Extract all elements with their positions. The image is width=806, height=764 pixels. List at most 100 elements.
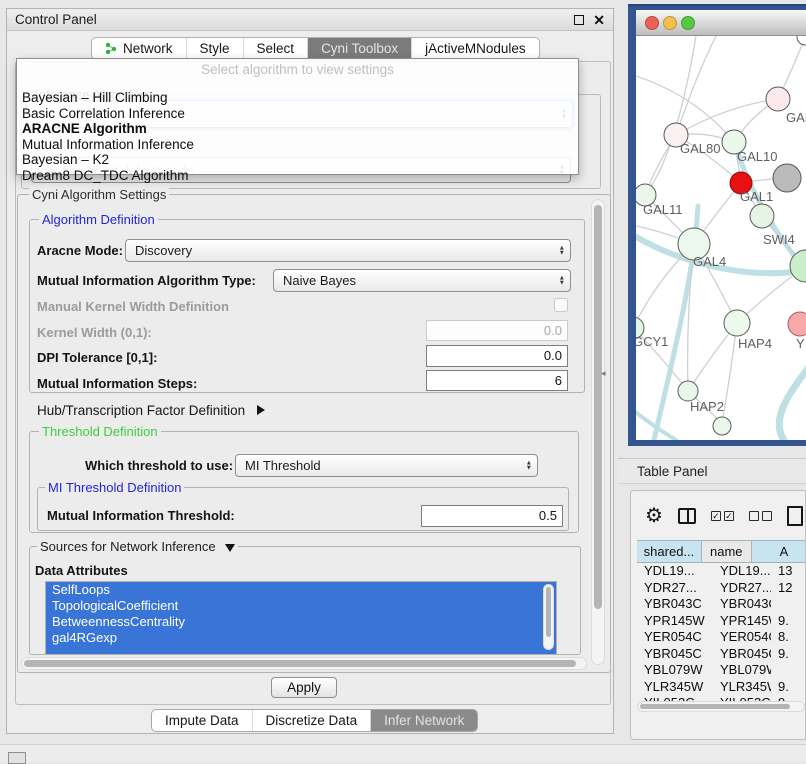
dropdown-placeholder: Select algorithm to view settings [17, 62, 578, 77]
algorithm-option-selected[interactable]: ARACNE Algorithm [22, 121, 147, 137]
svg-text:Y: Y [796, 336, 805, 351]
table-row[interactable]: YER054CYER054C8. [637, 629, 806, 646]
gear-icon[interactable]: ⚙ [645, 506, 663, 526]
attributes-scrollbar[interactable] [543, 584, 554, 650]
close-panel-icon[interactable]: ✕ [593, 15, 605, 25]
window-controls [644, 15, 706, 31]
aracne-mode-select[interactable]: Discovery ▲▼ [125, 239, 571, 262]
node-labels: GAL GAL80 GAL10 GAL1 GAL11 GAL4 SWI4 GCY… [636, 110, 806, 414]
algorithm-option[interactable]: Mutual Information Inference [22, 137, 194, 153]
tab-impute-data[interactable]: Impute Data [152, 710, 252, 731]
tab-style[interactable]: Style [186, 38, 243, 59]
algorithm-option[interactable]: Bayesian – K2 [22, 152, 109, 168]
float-window-icon[interactable] [574, 15, 584, 25]
splitter-collapse-arrow[interactable]: ◂ [601, 368, 606, 379]
node-unlabeled[interactable] [750, 204, 774, 228]
zoom-button[interactable] [682, 16, 695, 29]
network-view-window: GAL GAL80 GAL10 GAL1 GAL11 GAL4 SWI4 GCY… [628, 4, 806, 446]
tab-infer-network[interactable]: Infer Network [370, 710, 477, 731]
bottom-strip [0, 744, 806, 762]
node-hap4[interactable] [724, 310, 750, 336]
mi-type-label: Mutual Information Algorithm Type: [37, 273, 256, 289]
collapsed-panel-icon[interactable] [8, 752, 26, 764]
attribute-item-partial[interactable] [46, 646, 556, 655]
network-window-titlebar[interactable] [636, 10, 806, 36]
cyni-algorithm-settings-title: Cyni Algorithm Settings [29, 187, 169, 202]
attribute-item[interactable]: SelfLoops [46, 582, 556, 598]
settings-horizontal-scrollbar[interactable] [21, 657, 587, 670]
mi-threshold-label: Mutual Information Threshold: [47, 508, 235, 524]
node-unlabeled[interactable] [797, 36, 806, 45]
table-row[interactable]: YBR045CYBR045C9. [637, 646, 806, 663]
table-row[interactable]: YDR27...YDR27...12 [637, 580, 806, 597]
attribute-item[interactable]: TopologicalCoefficient [46, 598, 556, 614]
tab-cyni-toolbox[interactable]: Cyni Toolbox [307, 38, 411, 59]
deselect-all-checks-icon[interactable] [749, 511, 772, 521]
tab-discretize-data[interactable]: Discretize Data [252, 710, 371, 731]
select-all-checks-icon[interactable]: ✓✓ [711, 511, 734, 521]
svg-text:GAL1: GAL1 [740, 189, 773, 204]
table-row[interactable]: YDL19...YDL19...13 [637, 563, 806, 580]
column-header-name[interactable]: name [702, 541, 752, 562]
table-row[interactable]: YLR345WYLR345W9. [637, 679, 806, 696]
sources-title-toggle[interactable]: Sources for Network Inference [37, 539, 238, 554]
kernel-width-label: Kernel Width (0,1): [37, 325, 152, 341]
svg-text:GAL11: GAL11 [643, 202, 683, 217]
tab-jactivemnodules[interactable]: jActiveMNodules [411, 38, 539, 59]
aracne-mode-label: Aracne Mode: [37, 243, 123, 259]
node-gal[interactable] [766, 87, 790, 111]
control-panel-title: Control Panel [15, 12, 97, 27]
stepper-icon: ▲▼ [559, 275, 565, 286]
svg-text:HAP4: HAP4 [738, 336, 772, 351]
algorithm-definition-title: Algorithm Definition [39, 212, 158, 227]
which-threshold-label: Which threshold to use: [85, 458, 233, 474]
split-columns-icon[interactable] [678, 508, 696, 524]
settings-vertical-scrollbar[interactable] [591, 199, 605, 665]
network-canvas[interactable]: GAL GAL80 GAL10 GAL1 GAL11 GAL4 SWI4 GCY… [636, 36, 806, 440]
which-threshold-select[interactable]: MI Threshold ▲▼ [235, 454, 538, 477]
dpi-tolerance-field[interactable]: 0.0 [426, 345, 568, 367]
apply-button[interactable]: Apply [271, 677, 337, 698]
mi-threshold-group-title: MI Threshold Definition [45, 480, 184, 495]
column-header-shared-name[interactable]: shared... [637, 541, 702, 562]
algorithm-option[interactable]: Dream8 DC_TDC Algorithm [22, 168, 189, 184]
tab-network[interactable]: Network [92, 38, 186, 59]
svg-text:GAL80: GAL80 [680, 141, 720, 156]
node-y[interactable] [788, 312, 806, 336]
node-gray[interactable] [773, 164, 801, 192]
table-panel-title: Table Panel [637, 464, 708, 479]
app-root: { "colors": { "section_title_blue": "#24… [0, 0, 806, 762]
control-panel-window: Control Panel ✕ Network Style Select Cyn… [6, 8, 614, 734]
attribute-item[interactable]: gal4RGexp [46, 630, 556, 646]
table-horizontal-scrollbar[interactable] [637, 701, 805, 712]
node-hap2[interactable] [678, 381, 698, 401]
close-button[interactable] [646, 16, 659, 29]
node-unlabeled[interactable] [713, 417, 731, 435]
table-header-row: shared... name A [637, 540, 806, 563]
mi-threshold-field[interactable]: 0.5 [421, 505, 563, 527]
new-table-icon[interactable] [787, 506, 803, 526]
table-toolbar: ⚙ ✓✓ [631, 501, 805, 531]
attribute-item[interactable]: BetweennessCentrality [46, 614, 556, 630]
column-header-clipped[interactable]: A [752, 541, 806, 562]
control-panel-tabs: Network Style Select Cyni Toolbox jActiv… [91, 37, 540, 60]
mi-steps-field[interactable]: 6 [426, 370, 568, 391]
algorithm-option[interactable]: Bayesian – Hill Climbing [22, 90, 168, 106]
table-row[interactable]: YBL079WYBL079W [637, 662, 806, 679]
algorithm-option[interactable]: Basic Correlation Inference [22, 106, 185, 122]
collapse-down-icon [225, 544, 235, 552]
expand-right-icon [257, 405, 265, 415]
hub-definition-toggle[interactable]: Hub/Transcription Factor Definition [37, 403, 265, 418]
tab-select[interactable]: Select [243, 38, 308, 59]
svg-text:GCY1: GCY1 [636, 334, 668, 349]
data-attributes-label: Data Attributes [35, 563, 128, 579]
algorithm-dropdown-popup: Select algorithm to view settings Bayesi… [16, 58, 579, 175]
svg-text:SWI4: SWI4 [763, 232, 795, 247]
table-row[interactable]: YPR145WYPR145W9. [637, 613, 806, 630]
network-icon [105, 42, 118, 55]
table-row[interactable]: YBR043CYBR043C [637, 596, 806, 613]
minimize-button[interactable] [664, 16, 677, 29]
table-panel: ⚙ ✓✓ shared... name A YDL19...YDL19...13… [630, 490, 806, 740]
mi-steps-label: Mutual Information Steps: [37, 376, 197, 392]
mi-type-select[interactable]: Naive Bayes ▲▼ [273, 269, 571, 292]
